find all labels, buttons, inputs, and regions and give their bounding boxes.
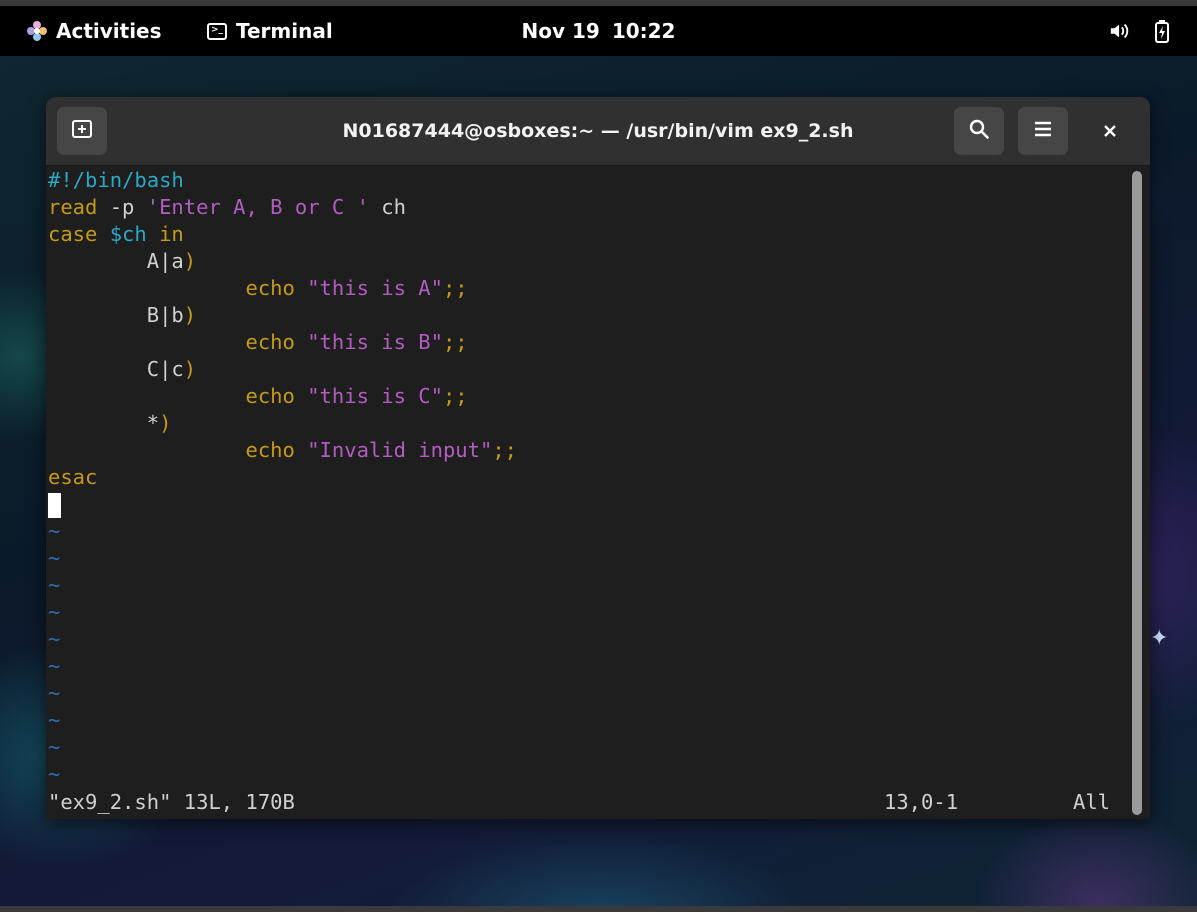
status-file-info: "ex9_2.sh" 13L, 170B <box>48 790 295 814</box>
code-token: "Invalid input" <box>307 438 493 462</box>
code-token: esac <box>48 465 98 489</box>
code-line: echo "this is B";; <box>48 329 468 356</box>
cursor-line <box>48 491 61 518</box>
empty-line-tilde: ~ <box>48 708 61 732</box>
top-bar: Activities >_ Terminal Nov 19 10:22 <box>0 6 1197 56</box>
code-token: $ch <box>109 222 147 246</box>
vim-editor[interactable]: #!/bin/bash read -p 'Enter A, B or C ' ch… <box>46 167 1130 819</box>
code-token: * <box>48 411 160 435</box>
code-token: ;; <box>442 330 468 354</box>
code-token: C|c <box>48 357 184 381</box>
clock-time: 10:22 <box>611 19 676 43</box>
code-token: echo <box>245 438 295 462</box>
empty-line-tilde: ~ <box>48 573 61 597</box>
close-window-button[interactable] <box>1090 111 1130 151</box>
code-line: read -p 'Enter A, B or C ' ch <box>48 194 406 221</box>
code-line: C|c) <box>48 356 196 383</box>
main-menu-button[interactable] <box>1018 107 1068 155</box>
text-cursor <box>48 492 61 518</box>
system-tray[interactable] <box>1109 6 1173 56</box>
code-token: ;; <box>442 384 468 408</box>
search-icon <box>968 118 990 144</box>
battery-icon[interactable] <box>1151 20 1173 43</box>
code-line: case $ch in <box>48 221 184 248</box>
clock-date: Nov 19 <box>521 19 600 43</box>
volume-icon[interactable] <box>1109 20 1131 42</box>
code-token: "this is C" <box>307 384 443 408</box>
code-token: 'Enter A, B or C ' <box>146 195 369 219</box>
screen-bottom-edge <box>0 906 1197 912</box>
code-token: echo <box>245 276 295 300</box>
terminal-window: N01687444@osboxes:~ — /usr/bin/vim ex9_2… <box>46 97 1150 819</box>
code-token: ;; <box>442 276 468 300</box>
search-button[interactable] <box>954 107 1004 155</box>
new-tab-icon <box>71 119 93 143</box>
window-headerbar: N01687444@osboxes:~ — /usr/bin/vim ex9_2… <box>46 97 1150 166</box>
code-token: -p <box>97 195 147 219</box>
empty-line-tilde: ~ <box>48 600 61 624</box>
close-icon <box>1103 119 1117 143</box>
empty-line-tilde: ~ <box>48 681 61 705</box>
hamburger-menu-icon <box>1034 121 1052 141</box>
status-cursor-position: 13,0-1 <box>884 790 959 814</box>
code-line: *) <box>48 410 172 437</box>
clock[interactable]: Nov 19 10:22 <box>0 6 1197 56</box>
code-token: read <box>48 195 98 219</box>
code-line: A|a) <box>48 248 196 275</box>
code-token: ) <box>183 357 197 381</box>
code-token: ) <box>159 411 172 435</box>
code-token: echo <box>245 384 295 408</box>
code-token: "this is B" <box>307 330 443 354</box>
code-line: echo "this is A";; <box>48 275 468 302</box>
empty-line-tilde: ~ <box>48 735 61 759</box>
empty-line-tilde: ~ <box>48 762 61 786</box>
code-token: ) <box>183 303 197 327</box>
status-scroll-indicator: All <box>1073 790 1111 814</box>
code-token: "this is A" <box>307 276 443 300</box>
code-token: ) <box>183 249 197 273</box>
code-token: B|b <box>48 303 184 327</box>
empty-line-tilde: ~ <box>48 627 61 651</box>
code-line: echo "Invalid input";; <box>48 437 517 464</box>
code-token: case <box>48 222 98 246</box>
code-token: echo <box>245 330 295 354</box>
code-token: #!/bin/bash <box>48 168 184 192</box>
code-line: echo "this is C";; <box>48 383 468 410</box>
code-token: ;; <box>492 438 518 462</box>
empty-line-tilde: ~ <box>48 654 61 678</box>
scrollbar[interactable] <box>1132 171 1142 815</box>
code-line: B|b) <box>48 302 196 329</box>
code-line: #!/bin/bash <box>48 167 184 194</box>
new-tab-button[interactable] <box>57 107 107 155</box>
empty-line-tilde: ~ <box>48 519 61 543</box>
code-token: in <box>159 222 184 246</box>
code-line: esac <box>48 464 97 491</box>
code-token: ch <box>368 195 406 219</box>
code-token: A|a <box>48 249 184 273</box>
empty-line-tilde: ~ <box>48 546 61 570</box>
star-sparkle: ✦ <box>1150 626 1169 651</box>
